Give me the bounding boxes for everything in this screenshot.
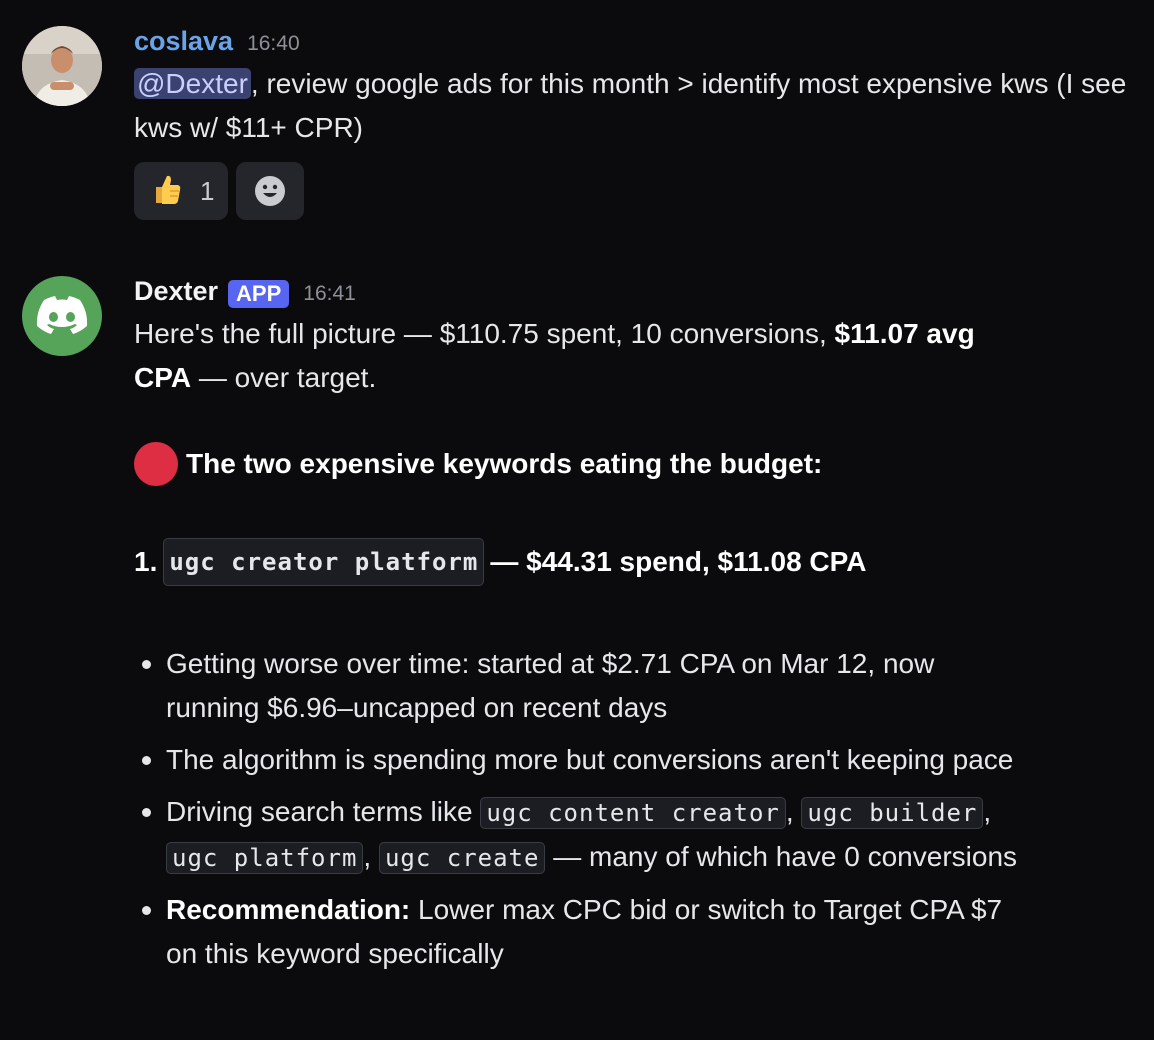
add-reaction-button[interactable] — [236, 162, 305, 220]
user-photo-icon — [22, 26, 102, 106]
intro-text: Here's the full picture — $110.75 spent,… — [134, 318, 835, 349]
avatar-coslava[interactable] — [22, 26, 102, 106]
list-item: The algorithm is spending more but conve… — [142, 738, 1034, 782]
username[interactable]: coslava — [134, 26, 233, 57]
intro-paragraph: Here's the full picture — $110.75 spent,… — [134, 312, 1034, 400]
section-heading: The two expensive keywords eating the bu… — [134, 442, 1034, 486]
recommendation-label: Recommendation: — [166, 894, 411, 925]
message-content: Here's the full picture — $110.75 spent,… — [134, 312, 1034, 976]
discord-logo-icon — [36, 296, 88, 334]
list-item: Driving search terms like ugc content cr… — [142, 790, 1034, 880]
user-mention[interactable]: @Dexter — [134, 68, 251, 99]
search-term-code: ugc builder — [801, 797, 984, 829]
reaction-thumbs-up[interactable]: 1 — [134, 162, 229, 220]
search-term-code: ugc create — [378, 842, 546, 874]
bullet-text: — many of which have 0 conversions — [545, 841, 1018, 872]
bullet-text: The algorithm is spending more but conve… — [166, 744, 1014, 775]
message-content: @Dexter, review google ads for this mont… — [134, 62, 1134, 150]
search-term-code: ugc platform — [166, 842, 364, 874]
intro-text-end: — over target. — [191, 362, 377, 393]
username[interactable]: Dexter — [134, 276, 218, 307]
red-circle-icon — [134, 442, 178, 486]
search-term-code: ugc content creator — [480, 797, 786, 829]
list-item: Recommendation: Lower max CPC bid or swi… — [142, 888, 1034, 976]
list-item-1: 1. ugc creator platform — $44.31 spend, … — [134, 538, 1034, 586]
reactions-bar: 1 — [134, 162, 1134, 220]
thumbs-up-icon — [148, 171, 184, 212]
keyword-summary: — $44.31 spend, $11.08 CPA — [490, 546, 867, 577]
bullet-text: Driving search terms like — [166, 796, 481, 827]
reaction-count: 1 — [200, 175, 215, 206]
bullet-text: Getting worse over time: started at $2.7… — [166, 648, 935, 723]
section-heading-text: The two expensive keywords eating the bu… — [186, 448, 823, 479]
smiley-icon — [255, 176, 286, 206]
message-text: , review google ads for this month > ide… — [134, 68, 1127, 143]
keyword-code: ugc creator platform — [163, 538, 485, 586]
list-item: Getting worse over time: started at $2.7… — [142, 642, 1034, 730]
timestamp[interactable]: 16:40 — [247, 32, 300, 56]
list-number: 1. — [134, 546, 158, 577]
timestamp[interactable]: 16:41 — [303, 282, 356, 306]
detail-bullets: Getting worse over time: started at $2.7… — [134, 642, 1034, 976]
avatar-dexter[interactable] — [22, 276, 102, 356]
app-badge: APP — [228, 280, 290, 308]
